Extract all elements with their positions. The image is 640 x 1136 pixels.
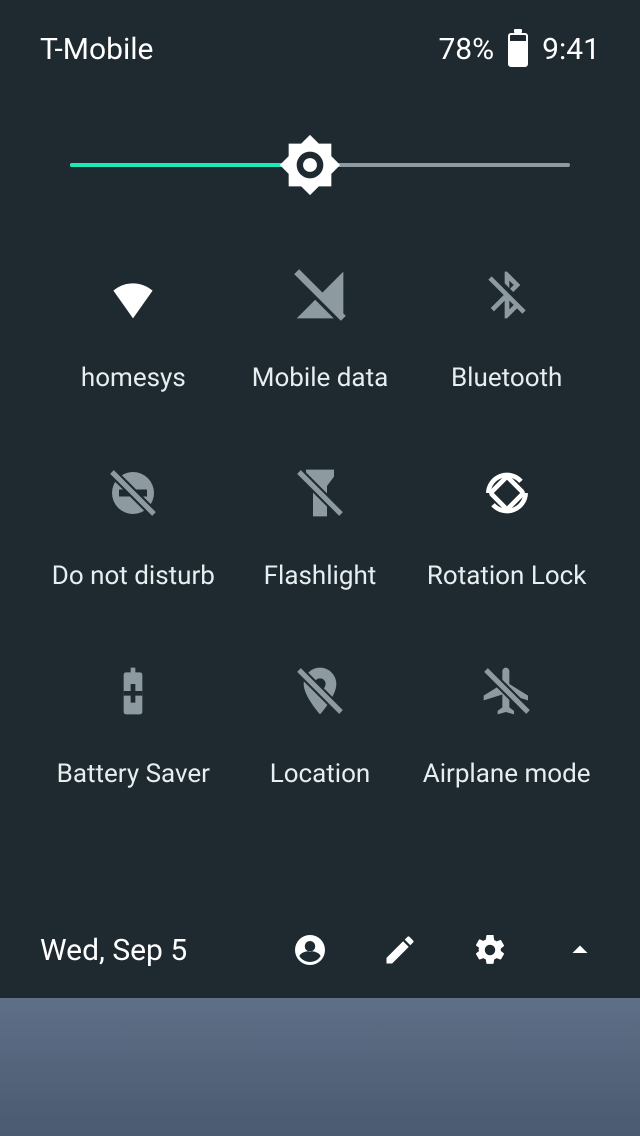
tile-bluetooth-label: Bluetooth bbox=[451, 363, 562, 393]
tile-location[interactable]: Location bbox=[227, 651, 414, 789]
flashlight-off-icon bbox=[227, 453, 414, 533]
tile-location-label: Location bbox=[270, 759, 371, 789]
tile-mobile-data-label: Mobile data bbox=[252, 363, 388, 393]
tile-bluetooth[interactable]: Bluetooth bbox=[413, 255, 600, 393]
chevron-up-icon bbox=[562, 932, 598, 968]
tile-wifi[interactable]: homesys bbox=[40, 255, 227, 393]
tile-mobile-data[interactable]: Mobile data bbox=[227, 255, 414, 393]
battery-saver-icon bbox=[40, 651, 227, 731]
airplane-off-icon bbox=[413, 651, 600, 731]
cellular-off-icon bbox=[227, 255, 414, 335]
brightness-thumb[interactable] bbox=[278, 133, 342, 197]
pencil-icon bbox=[382, 932, 418, 968]
battery-icon bbox=[508, 33, 528, 67]
tile-rotation[interactable]: Rotation Lock bbox=[413, 453, 600, 591]
battery-percent: 78% bbox=[438, 32, 494, 67]
brightness-track-fg bbox=[70, 163, 310, 167]
location-off-icon bbox=[227, 651, 414, 731]
quick-settings-grid: homesys Mobile data Bluetooth Do not dis… bbox=[40, 255, 600, 789]
wallpaper-strip bbox=[0, 998, 640, 1136]
tile-dnd-label: Do not disturb bbox=[52, 561, 215, 591]
brightness-icon bbox=[278, 133, 342, 197]
tile-flashlight-label: Flashlight bbox=[264, 561, 377, 591]
tile-airplane[interactable]: Airplane mode bbox=[413, 651, 600, 789]
bluetooth-off-icon bbox=[413, 255, 600, 335]
tile-airplane-label: Airplane mode bbox=[423, 759, 591, 789]
account-icon bbox=[292, 932, 328, 968]
battery-fill bbox=[510, 41, 526, 64]
carrier-label: T-Mobile bbox=[40, 32, 153, 67]
status-bar: T-Mobile 78% 9:41 bbox=[0, 0, 640, 67]
brightness-slider[interactable] bbox=[70, 135, 570, 195]
clock: 9:41 bbox=[542, 32, 600, 67]
tile-rotation-label: Rotation Lock bbox=[427, 561, 587, 591]
tile-wifi-label: homesys bbox=[81, 363, 186, 393]
status-right: 78% 9:41 bbox=[438, 32, 600, 67]
rotation-icon bbox=[413, 453, 600, 533]
qs-footer: Wed, Sep 5 bbox=[0, 912, 640, 988]
tile-battery-saver[interactable]: Battery Saver bbox=[40, 651, 227, 789]
gear-icon bbox=[472, 932, 508, 968]
tile-battery-saver-label: Battery Saver bbox=[57, 759, 210, 789]
settings-button[interactable] bbox=[470, 930, 510, 970]
user-button[interactable] bbox=[290, 930, 330, 970]
tile-flashlight[interactable]: Flashlight bbox=[227, 453, 414, 591]
edit-button[interactable] bbox=[380, 930, 420, 970]
dnd-off-icon bbox=[40, 453, 227, 533]
footer-actions bbox=[290, 930, 600, 970]
collapse-button[interactable] bbox=[560, 930, 600, 970]
wifi-icon bbox=[40, 255, 227, 335]
date-label[interactable]: Wed, Sep 5 bbox=[40, 933, 187, 968]
tile-dnd[interactable]: Do not disturb bbox=[40, 453, 227, 591]
